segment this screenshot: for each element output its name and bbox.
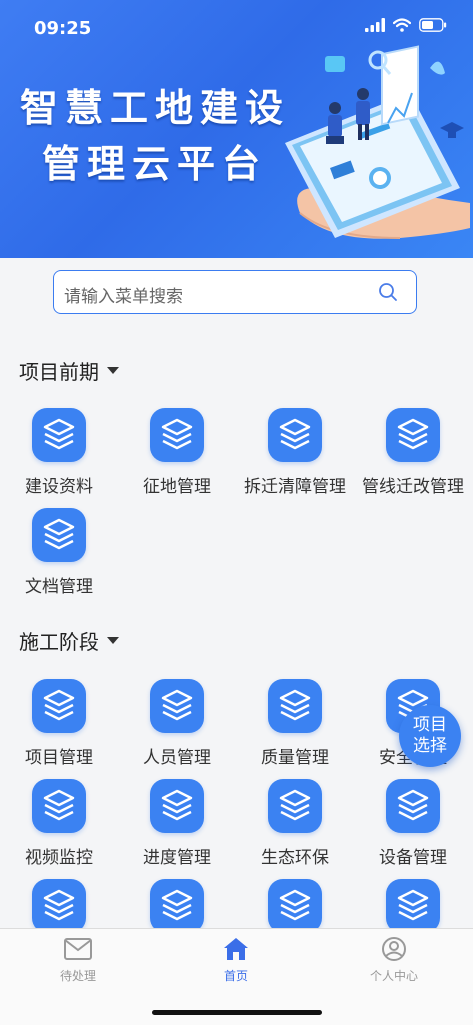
layers-icon [268,879,322,933]
project-select-line2: 选择 [413,736,447,756]
menu-item-progress[interactable]: 进度管理 [118,779,236,875]
layers-icon [32,508,86,562]
tab-label: 首页 [223,969,248,983]
banner-title-line1: 智慧工地建设 [20,86,291,130]
tab-pending[interactable]: 待处理 [28,937,128,984]
banner: 09:25 智慧工地建设 管理云平台 [0,0,473,258]
layers-icon [386,779,440,833]
menu-item-label: 进度管理 [143,848,211,868]
status-time: 09:25 [34,18,92,39]
layers-icon [32,779,86,833]
layers-icon [32,879,86,933]
menu-item-label: 人员管理 [143,748,211,768]
menu-item-label: 征地管理 [143,477,211,497]
caret-down-icon [107,367,119,374]
menu-item-documents[interactable]: 文档管理 [0,508,118,604]
menu-item-pipeline-relocation[interactable]: 管线迁改管理 [354,408,472,504]
home-icon [224,938,248,960]
layers-icon [268,779,322,833]
menu-item-label: 拆迁清障管理 [244,477,346,497]
section-title-preliminary[interactable]: 项目前期 [19,356,119,385]
menu-item-label: 建设资料 [25,477,93,497]
layers-icon [386,879,440,933]
menu-item-video-monitoring[interactable]: 视频监控 [0,779,118,875]
layers-icon [32,679,86,733]
status-icons [365,18,447,32]
search-input[interactable]: 请输入菜单搜索 [53,270,417,314]
menu-item-label: 质量管理 [261,748,329,768]
mail-icon [64,938,92,960]
section-title-construction[interactable]: 施工阶段 [19,626,119,655]
battery-icon [419,18,447,32]
search-placeholder: 请输入菜单搜索 [64,287,183,307]
project-select-button[interactable]: 项目 选择 [399,705,461,767]
layers-icon [150,408,204,462]
layers-icon [268,679,322,733]
signal-icon [365,18,385,32]
tab-label: 个人中心 [369,969,418,983]
banner-title: 智慧工地建设 管理云平台 [20,80,290,192]
tab-label: 待处理 [59,969,96,983]
menu-item-quality[interactable]: 质量管理 [236,679,354,775]
layers-icon [268,408,322,462]
tab-profile[interactable]: 个人中心 [344,937,444,984]
menu-item-ecology[interactable]: 生态环保 [236,779,354,875]
wifi-icon [393,18,411,32]
section-title-label: 项目前期 [19,360,99,384]
menu-item-label: 设备管理 [379,848,447,868]
home-indicator [152,1010,322,1015]
menu-item-label: 管线迁改管理 [362,477,464,497]
menu-item-project-management[interactable]: 项目管理 [0,679,118,775]
menu-item-land-acquisition[interactable]: 征地管理 [118,408,236,504]
menu-item-label: 文档管理 [25,577,93,597]
menu-item-equipment[interactable]: 设备管理 [354,779,472,875]
user-icon [382,937,406,961]
menu-item-label: 项目管理 [25,748,93,768]
caret-down-icon [107,637,119,644]
banner-title-line2: 管理云平台 [42,142,268,186]
layers-icon [32,408,86,462]
tab-home[interactable]: 首页 [186,937,286,984]
menu-item-demolition[interactable]: 拆迁清障管理 [236,408,354,504]
menu-item-personnel[interactable]: 人员管理 [118,679,236,775]
phone-illustration [285,45,470,239]
menu-item-label: 视频监控 [25,848,93,868]
layers-icon [150,879,204,933]
layers-icon [150,779,204,833]
menu-item-label: 生态环保 [261,848,329,868]
layers-icon [386,408,440,462]
layers-icon [150,679,204,733]
project-select-line1: 项目 [413,715,447,735]
section-title-label: 施工阶段 [19,630,99,654]
menu-item-construction-docs[interactable]: 建设资料 [0,408,118,504]
search-icon[interactable] [378,282,398,302]
